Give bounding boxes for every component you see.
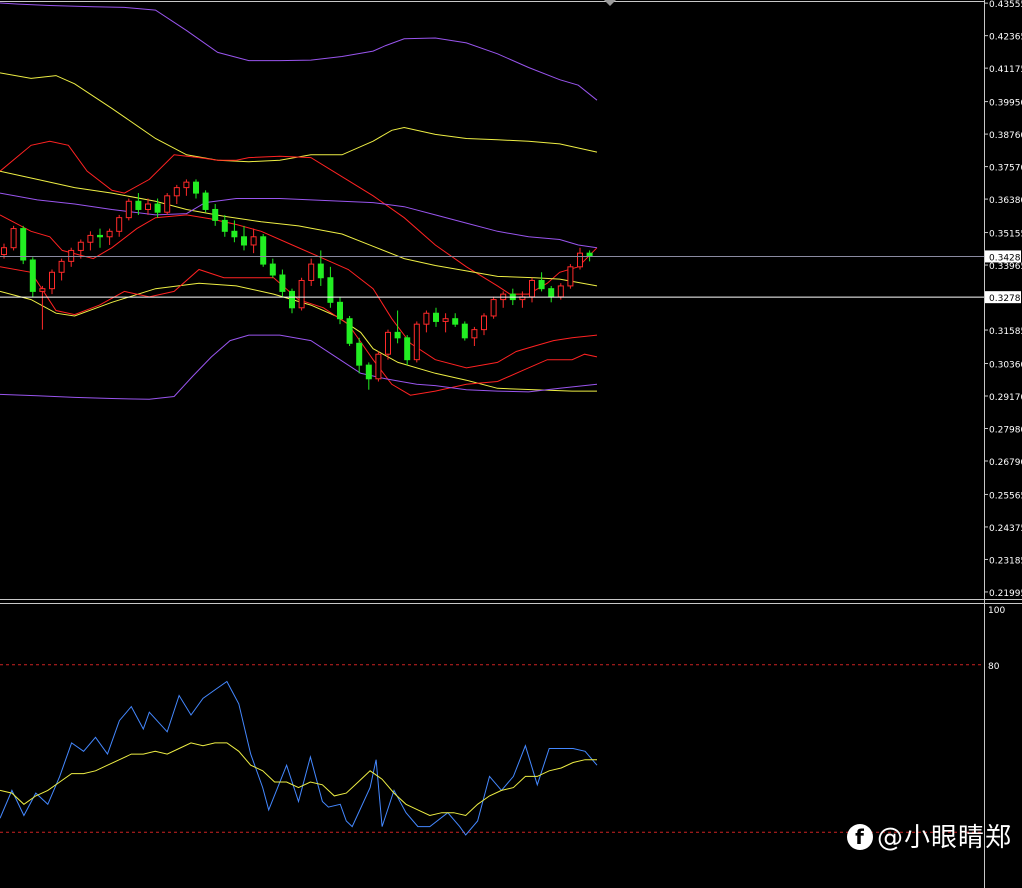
candle-body-down — [548, 288, 555, 298]
candle-body-up — [39, 288, 46, 292]
candle-body-down — [231, 230, 238, 238]
band-line-0 — [0, 2, 598, 101]
watermark-logo-icon: f — [846, 824, 873, 850]
candle-body-up — [529, 279, 535, 298]
candle-body-up — [77, 241, 84, 251]
candle-body-down — [260, 236, 267, 265]
price-tick-label: 0.38760 — [989, 131, 1022, 141]
candle-body-down — [452, 318, 459, 325]
level-price-label: 0.32789 — [989, 294, 1022, 304]
oscillator-tick-label: 80 — [988, 662, 1000, 672]
band-line-7 — [0, 266, 598, 396]
oscillator-tick-label: 100 — [988, 606, 1005, 616]
price-tick-label: 0.24375 — [989, 524, 1022, 534]
price-tick-label: 0.23185 — [989, 556, 1022, 566]
price-tick-label: 0.33965 — [989, 262, 1022, 272]
price-tick-label: 0.43555 — [989, 0, 1022, 10]
candle-body-up — [68, 249, 75, 262]
shift-marker-icon — [604, 0, 616, 6]
candle-body-down — [97, 234, 103, 238]
candle-body-up — [145, 203, 151, 210]
candle-body-down — [337, 301, 343, 320]
candle-body-up — [106, 230, 113, 238]
candle-body-up — [173, 187, 180, 197]
candle-body-down — [279, 274, 286, 292]
candle-body-up — [567, 266, 574, 287]
candle-body-up — [87, 234, 94, 243]
candle-body-up — [490, 299, 497, 317]
price-tick-label: 0.35155 — [989, 230, 1022, 240]
price-tick-label: 0.37570 — [989, 164, 1022, 174]
candle-body-up — [481, 315, 487, 331]
candle-body-up — [298, 279, 305, 309]
oscillator-line-0 — [0, 680, 598, 836]
candle-body-down — [269, 263, 276, 276]
candle-body-down — [433, 312, 439, 322]
candle-body-up — [49, 271, 55, 290]
candle-body-up — [125, 200, 132, 219]
candle-body-up — [413, 323, 420, 361]
candle-body-down — [193, 181, 199, 194]
oscillator-line-1 — [0, 742, 597, 817]
candle-body-down — [394, 331, 401, 339]
candle-body-down — [212, 208, 219, 221]
candle-body-down — [346, 318, 353, 344]
price-tick-label: 0.31585 — [989, 327, 1022, 337]
candle-body-up — [577, 252, 583, 268]
price-tick-label: 0.30360 — [989, 360, 1022, 370]
candle-body-up — [183, 181, 190, 189]
candle-body-up — [557, 285, 564, 298]
price-tick-label: 0.21995 — [989, 589, 1022, 599]
candle-body-down — [327, 277, 334, 303]
candle-body-up — [308, 263, 315, 281]
candle-body-down — [365, 364, 372, 380]
candle-body-down — [289, 290, 295, 309]
price-tick-label: 0.39950 — [989, 99, 1022, 109]
candle-body-up — [1, 247, 7, 256]
candle-body-down — [461, 323, 468, 339]
chart-root: 0.43555 0.42365 0.41175 0.39950 0.38760 0.375… — [0, 0, 1022, 888]
price-tick-label: 0.26790 — [989, 458, 1022, 468]
watermark-text: @小眼睛郑 — [876, 823, 1012, 853]
band-line-1 — [0, 72, 598, 163]
candle-body-up — [423, 312, 430, 325]
price-tick-label: 0.36380 — [989, 196, 1022, 206]
candle-body-down — [135, 200, 142, 210]
candle-body-down — [202, 192, 209, 210]
candle-body-down — [356, 342, 363, 366]
candle-body-down — [20, 228, 27, 261]
candle-body-down — [221, 219, 228, 232]
candle-body-up — [116, 217, 123, 232]
price-tick-label: 0.25565 — [989, 491, 1022, 501]
candle-body-up — [471, 329, 478, 339]
candle-body-down — [29, 259, 36, 292]
candle-body-down — [241, 236, 247, 246]
band-line-8 — [0, 334, 598, 400]
price-tick-label: 0.29170 — [989, 393, 1022, 403]
candle-body-up — [58, 260, 65, 273]
candle-body-down — [154, 203, 161, 213]
candle-body-up — [442, 318, 449, 322]
candle-body-down — [317, 263, 324, 279]
candle-body-up — [164, 195, 171, 213]
current-price-label: 0.34280 — [989, 253, 1022, 263]
price-tick-label: 0.27980 — [989, 425, 1022, 435]
band-line-3 — [0, 170, 598, 287]
price-tick-label: 0.42365 — [989, 33, 1022, 43]
candle-body-up — [10, 228, 17, 249]
band-line-2 — [0, 140, 598, 295]
candle-body-up — [375, 353, 382, 380]
candle-body-up — [385, 331, 391, 355]
candle-body-down — [404, 337, 411, 361]
watermark: f @小眼睛郑 — [846, 817, 1012, 854]
price-tick-label: 0.41175 — [989, 65, 1022, 75]
candle-body-down — [586, 252, 593, 257]
candle-body-down — [538, 279, 545, 290]
candle-body-up — [250, 236, 257, 246]
